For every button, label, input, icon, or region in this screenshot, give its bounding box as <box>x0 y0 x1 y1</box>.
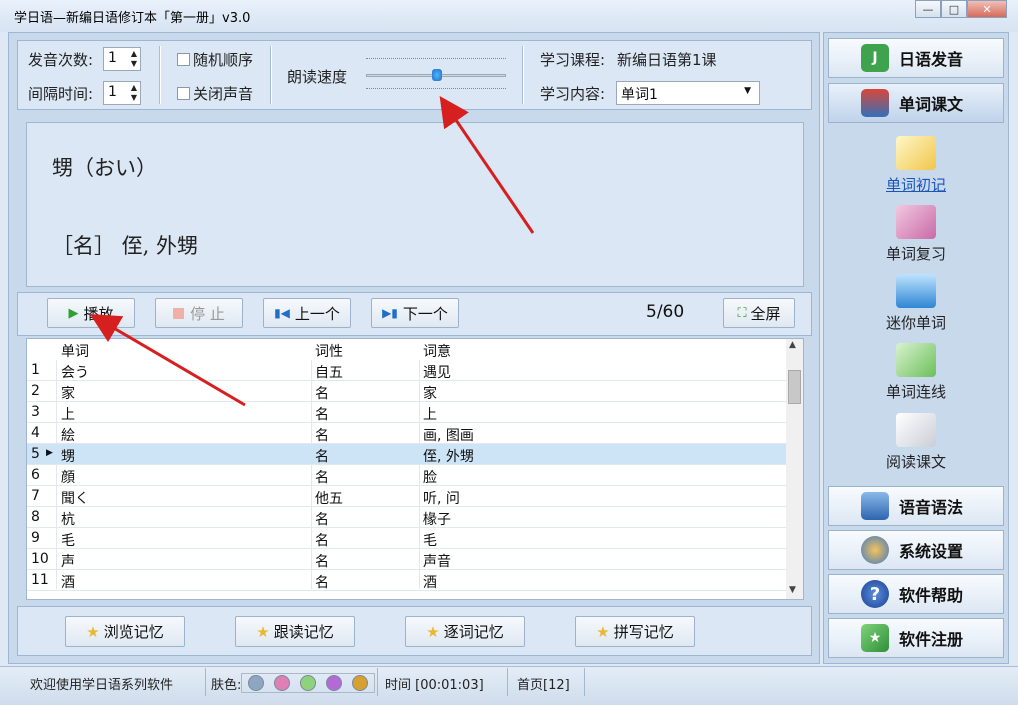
arrow-to-play-button <box>89 313 246 407</box>
annotation-arrows <box>89 96 535 407</box>
arrow-to-speed-slider <box>439 96 535 234</box>
